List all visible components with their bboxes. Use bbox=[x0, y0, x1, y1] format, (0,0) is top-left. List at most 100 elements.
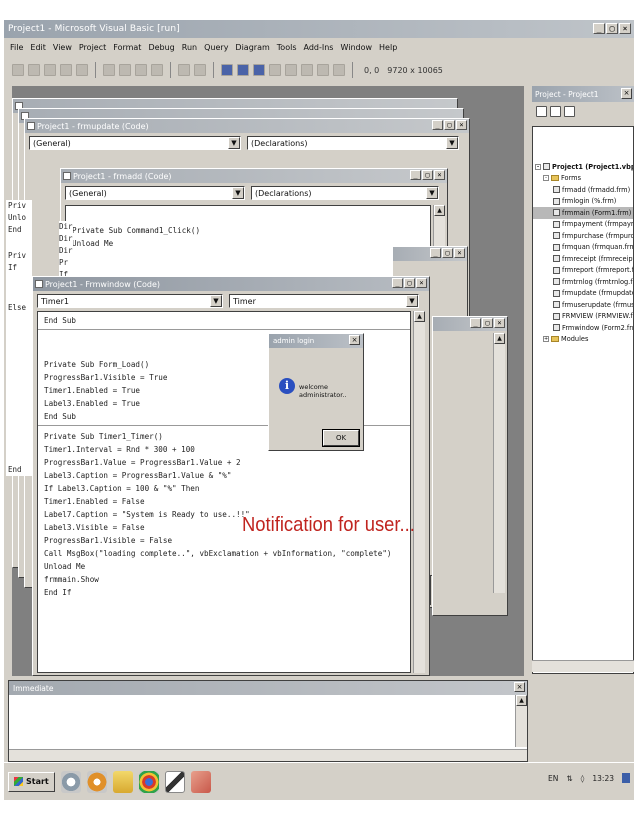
menu-diagram[interactable]: Diagram bbox=[235, 43, 269, 52]
collapse-icon[interactable]: - bbox=[543, 175, 549, 182]
tree-form-item[interactable]: frmlogin (%.frm) bbox=[533, 196, 633, 208]
language-indicator[interactable]: EN bbox=[548, 774, 558, 783]
object-browser-icon[interactable] bbox=[317, 64, 329, 76]
expand-icon[interactable]: + bbox=[543, 336, 549, 343]
maximize-button[interactable]: ▢ bbox=[444, 120, 455, 130]
menu-view[interactable]: View bbox=[53, 43, 72, 52]
procedure-combo[interactable]: Timer ▼ bbox=[229, 294, 419, 308]
add-project-icon[interactable] bbox=[12, 64, 24, 76]
tree-form-item[interactable]: frmuserupdate (frmuse bbox=[533, 299, 633, 311]
close-button[interactable]: × bbox=[454, 248, 465, 258]
show-desktop-icon[interactable] bbox=[622, 773, 630, 783]
add-form-icon[interactable] bbox=[28, 64, 40, 76]
media-player-icon[interactable] bbox=[60, 770, 81, 793]
close-icon[interactable]: × bbox=[349, 335, 360, 345]
close-button[interactable]: × bbox=[619, 23, 631, 34]
tree-form-item[interactable]: Frmwindow (Form2.frm bbox=[533, 322, 633, 334]
view-object-icon[interactable] bbox=[550, 106, 561, 117]
maximize-button[interactable]: ▢ bbox=[482, 318, 493, 328]
menu-editor-icon[interactable] bbox=[44, 64, 56, 76]
save-icon[interactable] bbox=[76, 64, 88, 76]
toolbox-icon[interactable] bbox=[333, 64, 345, 76]
copy-icon[interactable] bbox=[119, 64, 131, 76]
tree-form-item[interactable]: FRMVIEW (FRMVIEW.fr bbox=[533, 311, 633, 323]
vertical-scrollbar[interactable]: ▲ bbox=[515, 695, 527, 747]
volume-icon[interactable]: ◊ bbox=[581, 774, 585, 783]
tree-forms-folder[interactable]: - Forms bbox=[533, 173, 633, 185]
vertical-scrollbar[interactable]: ▲ bbox=[493, 333, 505, 593]
ok-button[interactable]: OK bbox=[322, 429, 360, 447]
close-icon[interactable]: × bbox=[514, 682, 525, 692]
chevron-down-icon[interactable]: ▼ bbox=[210, 295, 222, 307]
tree-form-item-selected[interactable]: frmmain (Form1.frm) bbox=[533, 207, 633, 219]
chevron-down-icon[interactable]: ▼ bbox=[228, 137, 240, 149]
close-button[interactable]: × bbox=[416, 278, 427, 288]
file-explorer-icon[interactable] bbox=[112, 770, 133, 793]
scroll-up-icon[interactable]: ▲ bbox=[434, 205, 445, 216]
network-icon[interactable]: ⇅ bbox=[566, 774, 572, 783]
scroll-up-icon[interactable]: ▲ bbox=[516, 695, 527, 706]
app-icon[interactable] bbox=[190, 770, 211, 793]
menu-project[interactable]: Project bbox=[79, 43, 106, 52]
procedure-combo[interactable]: (Declarations) ▼ bbox=[251, 186, 439, 200]
procedure-combo[interactable]: (Declarations) ▼ bbox=[247, 136, 459, 150]
chevron-down-icon[interactable]: ▼ bbox=[446, 137, 458, 149]
vertical-scrollbar[interactable]: ▲ bbox=[413, 311, 425, 673]
maximize-button[interactable]: ▢ bbox=[442, 248, 453, 258]
maximize-button[interactable]: ▢ bbox=[404, 278, 415, 288]
chevron-down-icon[interactable]: ▼ bbox=[406, 295, 418, 307]
tree-form-item[interactable]: frmquan (frmquan.frm) bbox=[533, 242, 633, 254]
break-icon[interactable] bbox=[237, 64, 249, 76]
minimize-button[interactable]: _ bbox=[410, 170, 421, 180]
horizontal-scrollbar[interactable] bbox=[9, 749, 527, 761]
menu-window[interactable]: Window bbox=[340, 43, 372, 52]
menu-help[interactable]: Help bbox=[379, 43, 397, 52]
close-button[interactable]: × bbox=[456, 120, 467, 130]
close-button[interactable]: × bbox=[494, 318, 505, 328]
tree-form-item[interactable]: frmreceipt (frmreceipt.f bbox=[533, 253, 633, 265]
scroll-up-icon[interactable]: ▲ bbox=[414, 311, 425, 322]
horizontal-scrollbar[interactable] bbox=[532, 660, 634, 672]
menu-run[interactable]: Run bbox=[182, 43, 197, 52]
open-icon[interactable] bbox=[60, 64, 72, 76]
chrome-icon[interactable] bbox=[138, 770, 159, 793]
minimize-button[interactable]: _ bbox=[430, 248, 441, 258]
minimize-button[interactable]: _ bbox=[470, 318, 481, 328]
object-combo[interactable]: Timer1 ▼ bbox=[37, 294, 223, 308]
tree-form-item[interactable]: frmtrnlog (frmtrnlog.frm bbox=[533, 276, 633, 288]
chevron-down-icon[interactable]: ▼ bbox=[426, 187, 438, 199]
end-icon[interactable] bbox=[253, 64, 265, 76]
chevron-down-icon[interactable]: ▼ bbox=[232, 187, 244, 199]
minimize-button[interactable]: _ bbox=[392, 278, 403, 288]
tree-form-item[interactable]: frmreport (frmreport.fr bbox=[533, 265, 633, 277]
object-combo[interactable]: (General) ▼ bbox=[65, 186, 245, 200]
collapse-icon[interactable]: - bbox=[535, 163, 541, 170]
close-icon[interactable]: × bbox=[621, 88, 632, 99]
menu-tools[interactable]: Tools bbox=[277, 43, 297, 52]
tree-form-item[interactable]: frmpayment (frmpayme bbox=[533, 219, 633, 231]
project-explorer-icon[interactable] bbox=[269, 64, 281, 76]
menu-debug[interactable]: Debug bbox=[148, 43, 174, 52]
undo-icon[interactable] bbox=[178, 64, 190, 76]
visual-basic-icon[interactable] bbox=[164, 770, 185, 793]
minimize-button[interactable]: _ bbox=[593, 23, 605, 34]
close-button[interactable]: × bbox=[434, 170, 445, 180]
menu-edit[interactable]: Edit bbox=[30, 43, 46, 52]
start-button[interactable]: Start bbox=[8, 771, 55, 792]
cut-icon[interactable] bbox=[103, 64, 115, 76]
tree-modules-folder[interactable]: + Modules bbox=[533, 334, 633, 346]
tree-form-item[interactable]: frmadd (frmadd.frm) bbox=[533, 184, 633, 196]
paste-icon[interactable] bbox=[135, 64, 147, 76]
menu-format[interactable]: Format bbox=[113, 43, 141, 52]
minimize-button[interactable]: _ bbox=[432, 120, 443, 130]
find-icon[interactable] bbox=[151, 64, 163, 76]
menu-add-ins[interactable]: Add-Ins bbox=[304, 43, 334, 52]
tree-project-root[interactable]: - Project1 (Project1.vbp) bbox=[533, 161, 633, 173]
scroll-up-icon[interactable]: ▲ bbox=[494, 333, 505, 344]
start-icon[interactable] bbox=[221, 64, 233, 76]
menu-query[interactable]: Query bbox=[204, 43, 228, 52]
form-layout-icon[interactable] bbox=[301, 64, 313, 76]
tree-form-item[interactable]: frmpurchase (frmpurch bbox=[533, 230, 633, 242]
tree-form-item[interactable]: frmupdate (frmupdate. bbox=[533, 288, 633, 300]
toggle-folders-icon[interactable] bbox=[564, 106, 575, 117]
